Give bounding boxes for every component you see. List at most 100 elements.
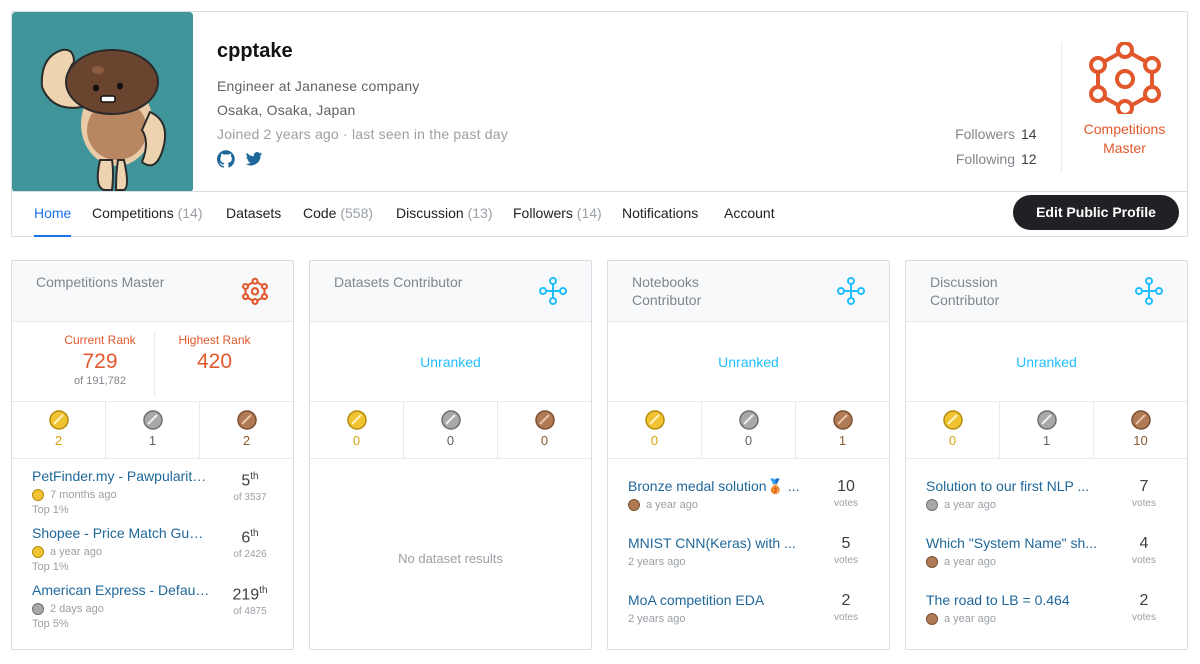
- list-item[interactable]: Which "System Name" sh... a year ago 4 vo…: [926, 534, 1179, 584]
- silver-medal-icon: [440, 410, 461, 430]
- item-top: Top 1%: [32, 561, 69, 573]
- current-rank-of: of 191,782: [74, 375, 126, 387]
- item-title[interactable]: MoA competition EDA: [628, 591, 806, 609]
- item-votes: 2 votes: [1132, 592, 1156, 623]
- item-time: a year ago: [944, 556, 996, 568]
- bronze-medal-icon: [832, 410, 853, 430]
- followers-count: 14: [1021, 126, 1037, 142]
- gold-medal-icon: [48, 410, 69, 430]
- item-votes: 4 votes: [1132, 535, 1156, 566]
- github-icon[interactable]: [216, 150, 235, 168]
- list-item[interactable]: American Express - Default Prediction 2 …: [32, 581, 285, 631]
- profile-header: cpptake Engineer at Jananese company Osa…: [11, 11, 1188, 237]
- item-time: a year ago: [646, 499, 698, 511]
- item-rank: 6th of 2426: [233, 528, 267, 561]
- item-title[interactable]: MNIST CNN(Keras) with ...: [628, 534, 806, 552]
- silver-medal-icon: [142, 410, 163, 430]
- social-links: [216, 150, 263, 168]
- list-item[interactable]: MNIST CNN(Keras) with ... 2 years ago 5v…: [628, 534, 881, 584]
- tab-notifications[interactable]: Notifications: [622, 192, 698, 237]
- followers-stat[interactable]: Followers 14: [955, 126, 1037, 142]
- gold-medal-icon: [346, 410, 367, 430]
- twitter-icon[interactable]: [245, 150, 263, 168]
- gold-count: 0: [650, 433, 659, 448]
- silver-medal-icon: [1036, 410, 1057, 430]
- card-title: Competitions Master: [36, 274, 165, 290]
- notebooks-card: Notebooks Contributor Unranked 0 0 1 Bro…: [607, 260, 890, 650]
- bronze-medal-icon: [926, 613, 938, 625]
- item-title[interactable]: Which "System Name" sh...: [926, 534, 1104, 552]
- card-title: Datasets Contributor: [334, 274, 463, 290]
- current-rank-value: 729: [82, 350, 118, 373]
- tab-competitions[interactable]: Competitions (14): [92, 192, 203, 237]
- current-rank-label: Current Rank: [64, 333, 136, 347]
- bronze-count: 10: [1133, 433, 1148, 448]
- list-item[interactable]: Solution to our first NLP ... a year ago…: [926, 477, 1179, 527]
- item-time: a year ago: [944, 613, 996, 625]
- item-votes: 2 votes: [834, 592, 858, 623]
- item-votes: 7 votes: [1132, 478, 1156, 509]
- following-label: Following: [955, 151, 1015, 167]
- medal-counts: 0 1 10: [906, 402, 1187, 459]
- following-count: 12: [1021, 151, 1037, 167]
- rank-unranked: Unranked: [420, 354, 481, 370]
- contributor-icon: [837, 277, 865, 305]
- item-title[interactable]: Solution to our first NLP ...: [926, 477, 1104, 495]
- contributor-icon: [539, 277, 567, 305]
- card-title: Discussion Contributor: [930, 274, 1000, 308]
- bronze-count: 1: [838, 433, 847, 448]
- highest-rank-label: Highest Rank: [178, 333, 251, 347]
- following-stat[interactable]: Following 12: [956, 151, 1037, 167]
- silver-count: 1: [1042, 433, 1051, 448]
- item-title[interactable]: PetFinder.my - Pawpularity Contest: [32, 467, 210, 485]
- bronze-medal-icon: [534, 410, 555, 430]
- gold-count: 2: [54, 433, 63, 448]
- profile-name: cpptake: [217, 40, 293, 62]
- edit-profile-button[interactable]: Edit Public Profile: [1013, 195, 1179, 230]
- tab-account[interactable]: Account: [724, 192, 775, 237]
- item-title[interactable]: Shopee - Price Match Guarantee: [32, 524, 210, 542]
- gold-medal-icon: [644, 410, 665, 430]
- tab-datasets[interactable]: Datasets: [226, 192, 281, 237]
- silver-count: 1: [148, 433, 157, 448]
- silver-medal-icon: [926, 499, 938, 511]
- highest-rank: Highest Rank 420: [154, 332, 274, 396]
- silver-count: 0: [744, 433, 753, 448]
- discussion-card: Discussion Contributor Unranked 0 1 10 S…: [905, 260, 1188, 650]
- list-item[interactable]: PetFinder.my - Pawpularity Contest 7 mon…: [32, 467, 285, 517]
- bronze-medal-icon: [236, 410, 257, 430]
- gold-count: 0: [352, 433, 361, 448]
- item-title[interactable]: Bronze medal solution🥉 ...: [628, 477, 806, 495]
- silver-medal-icon: [32, 603, 44, 615]
- avatar[interactable]: [12, 12, 193, 192]
- medal-counts: 0 0 0: [310, 402, 591, 459]
- item-title[interactable]: The road to LB = 0.464: [926, 591, 1104, 609]
- tab-home[interactable]: Home: [34, 192, 72, 237]
- profile-location: Osaka, Osaka, Japan: [217, 102, 356, 118]
- gold-medal-icon: [942, 410, 963, 430]
- gold-count: 0: [948, 433, 957, 448]
- item-time: 2 years ago: [628, 613, 686, 625]
- list-item[interactable]: Bronze medal solution🥉 ... a year ago 10…: [628, 477, 881, 527]
- list-item[interactable]: Shopee - Price Match Guarantee a year ag…: [32, 524, 285, 574]
- list-item[interactable]: The road to LB = 0.464 a year ago 2 votes: [926, 591, 1179, 641]
- rank-unranked: Unranked: [718, 354, 779, 370]
- list-item[interactable]: MoA competition EDA 2 years ago 2 votes: [628, 591, 881, 641]
- item-time: 7 months ago: [50, 489, 117, 501]
- bronze-count: 0: [540, 433, 549, 448]
- medal-counts: 2 1 2: [12, 402, 293, 459]
- item-top: Top 1%: [32, 504, 69, 516]
- contributor-icon: [1135, 277, 1163, 305]
- bronze-medal-icon: [926, 556, 938, 568]
- item-time: a year ago: [50, 546, 102, 558]
- item-title[interactable]: American Express - Default Prediction: [32, 581, 210, 599]
- gold-medal-icon: [32, 546, 44, 558]
- rank-unranked: Unranked: [1016, 354, 1077, 370]
- tab-code[interactable]: Code (558): [303, 192, 373, 237]
- tab-followers[interactable]: Followers (14): [513, 192, 602, 237]
- profile-joined: Joined 2 years ago · last seen in the pa…: [217, 126, 508, 142]
- tier-badge: Competitions Master: [1061, 42, 1187, 172]
- tab-discussion[interactable]: Discussion (13): [396, 192, 493, 237]
- competitions-card: Competitions Master Current Rank 729 of …: [11, 260, 294, 650]
- item-rank: 219th of 4875: [232, 585, 268, 618]
